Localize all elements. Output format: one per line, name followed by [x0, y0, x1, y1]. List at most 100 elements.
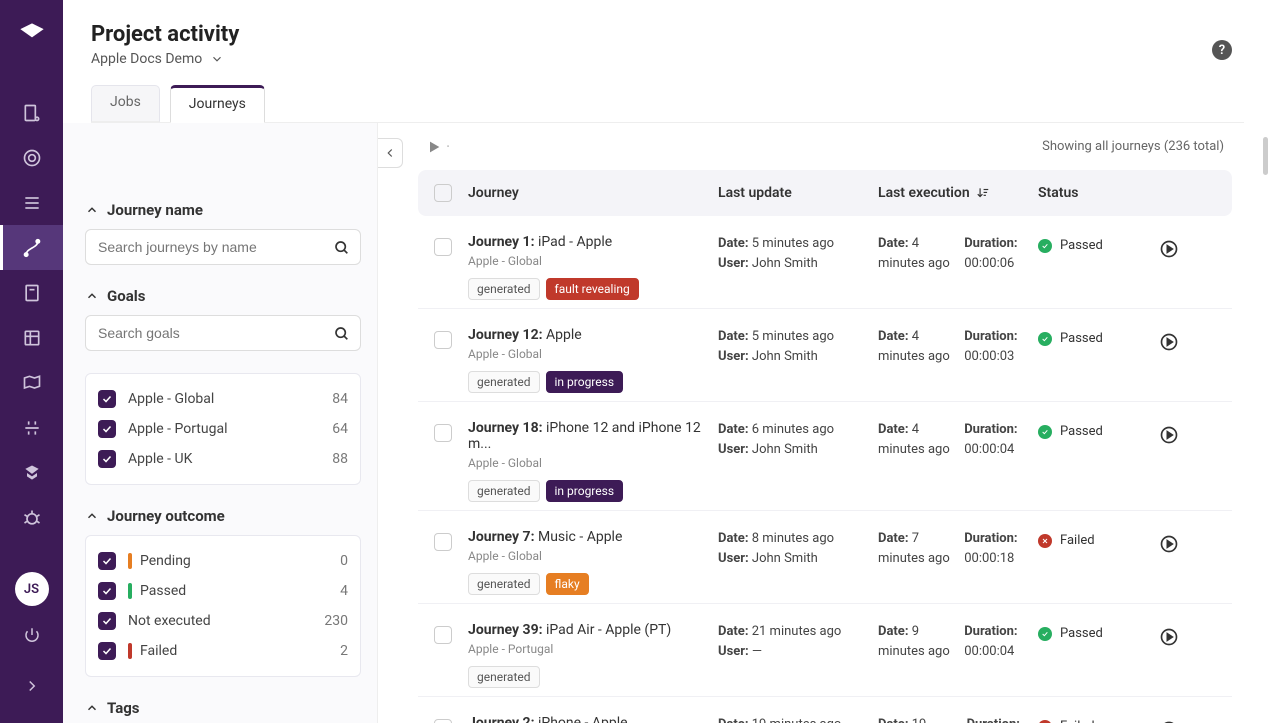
table-area: · Showing all journeys (236 total) Journ… [378, 123, 1272, 723]
rerun-button[interactable] [1158, 626, 1180, 648]
checkbox[interactable] [98, 420, 116, 438]
tab-journeys[interactable]: Journeys [170, 85, 265, 123]
nav-rail: JS [0, 0, 63, 723]
table-row[interactable]: Journey 1: iPad - AppleApple - Globalgen… [418, 216, 1232, 309]
table-row[interactable]: Journey 2: iPhone - AppleApple - Globalg… [418, 697, 1232, 723]
chevron-up-icon [85, 701, 99, 715]
goal-filter-row: Apple - UK88 [98, 444, 348, 474]
nav-item-3[interactable] [0, 180, 63, 225]
search-journey-input[interactable] [85, 229, 361, 265]
section-tags[interactable]: Tags [85, 699, 361, 717]
search-icon[interactable] [327, 233, 357, 263]
journey-title: Journey 7: Music - Apple [468, 529, 718, 545]
nav-item-6[interactable] [0, 315, 63, 360]
journey-subtitle: Apple - Global [468, 456, 718, 470]
checkbox[interactable] [98, 450, 116, 468]
last-update-cell: Date: 5 minutes agoUser: John Smith [718, 327, 878, 366]
chevron-left-icon [383, 146, 397, 160]
search-icon[interactable] [327, 319, 357, 349]
goal-count: 64 [332, 421, 348, 437]
row-checkbox[interactable] [434, 719, 452, 723]
outcome-filter-row: Passed 4 [98, 576, 348, 606]
last-execution-cell: Date: 4 minutes agoDuration: 00:00:06 [878, 234, 1038, 273]
goal-filter-row: Apple - Portugal 64 [98, 414, 348, 444]
nav-item-7[interactable] [0, 360, 63, 405]
logo [17, 20, 47, 50]
row-checkbox[interactable] [434, 424, 452, 442]
expand-rail-icon[interactable] [0, 663, 63, 708]
nav-item-2[interactable] [0, 135, 63, 180]
sort-desc-icon [976, 186, 990, 200]
avatar[interactable]: JS [15, 572, 49, 606]
rerun-button[interactable] [1158, 424, 1180, 446]
scrollbar-thumb[interactable] [1263, 137, 1268, 175]
journey-title: Journey 18: iPhone 12 and iPhone 12 m... [468, 420, 718, 452]
nav-item-bug[interactable] [0, 495, 63, 540]
nav-item-5[interactable] [0, 270, 63, 315]
nav-item-1[interactable] [0, 90, 63, 135]
nav-item-9[interactable] [0, 450, 63, 495]
section-label: Journey outcome [107, 507, 225, 525]
rerun-button[interactable] [1158, 331, 1180, 353]
project-selector[interactable]: Apple Docs Demo [91, 51, 1244, 67]
power-icon[interactable] [0, 612, 63, 657]
rerun-button[interactable] [1158, 238, 1180, 260]
play-icon [426, 139, 442, 155]
nav-item-8[interactable] [0, 405, 63, 450]
col-journey[interactable]: Journey [468, 185, 718, 201]
run-button[interactable]: · [426, 137, 450, 156]
table-row[interactable]: Journey 12: AppleApple - Globalgenerated… [418, 309, 1232, 402]
section-goals[interactable]: Goals [85, 287, 361, 305]
chevron-up-icon [85, 203, 99, 217]
section-label: Goals [107, 287, 145, 305]
journey-tags: generated [468, 666, 718, 688]
row-checkbox[interactable] [434, 533, 452, 551]
status-cell: Passed [1038, 622, 1158, 641]
outcome-count: 4 [340, 583, 348, 599]
row-checkbox[interactable] [434, 626, 452, 644]
rerun-button[interactable] [1158, 533, 1180, 555]
journey-tags: generatedin progress [468, 371, 718, 393]
nav-item-journeys[interactable] [0, 225, 63, 270]
chevron-down-icon [210, 52, 224, 66]
tab-jobs[interactable]: Jobs [91, 85, 160, 122]
section-journey-name[interactable]: Journey name [85, 201, 361, 219]
row-checkbox[interactable] [434, 331, 452, 349]
section-outcome[interactable]: Journey outcome [85, 507, 361, 525]
outcome-label: Pending [140, 553, 191, 569]
checkbox[interactable] [98, 612, 116, 630]
status-failed-icon [1038, 534, 1052, 548]
checkbox[interactable] [98, 552, 116, 570]
checkbox[interactable] [98, 642, 116, 660]
status-cell: Passed [1038, 420, 1158, 439]
section-label: Tags [107, 699, 140, 717]
row-checkbox[interactable] [434, 238, 452, 256]
journey-tags: generatedflaky [468, 573, 718, 595]
journey-title: Journey 39: iPad Air - Apple (PT) [468, 622, 718, 638]
checkbox[interactable] [98, 390, 116, 408]
search-goals-input[interactable] [85, 315, 361, 351]
table-row[interactable]: Journey 18: iPhone 12 and iPhone 12 m...… [418, 402, 1232, 511]
help-icon[interactable]: ? [1212, 40, 1232, 60]
last-update-cell: Date: 6 minutes agoUser: John Smith [718, 420, 878, 459]
collapse-sidebar-button[interactable] [378, 138, 403, 168]
table-row[interactable]: Journey 39: iPad Air - Apple (PT)Apple -… [418, 604, 1232, 697]
col-last-execution[interactable]: Last execution [878, 185, 1038, 201]
status-color-bar [128, 553, 132, 569]
col-status[interactable]: Status [1038, 185, 1158, 201]
tag: in progress [546, 371, 624, 393]
goal-label: Apple - Portugal [128, 421, 228, 437]
status-cell: Failed [1038, 529, 1158, 548]
section-label: Journey name [107, 201, 203, 219]
status-pையed-icon [1038, 332, 1052, 346]
last-execution-cell: Date: 19 minutes agoDuration: 00:00:16 [878, 715, 1038, 723]
select-all-checkbox[interactable] [434, 184, 452, 202]
col-last-update[interactable]: Last update [718, 185, 878, 201]
last-update-cell: Date: 19 minutes agoUser: John Smith [718, 715, 878, 723]
tag: generated [468, 278, 540, 300]
rerun-button[interactable] [1158, 719, 1180, 723]
outcome-count: 2 [340, 643, 348, 659]
table-row[interactable]: Journey 7: Music - AppleApple - Globalge… [418, 511, 1232, 604]
outcome-label: Passed [140, 583, 186, 599]
checkbox[interactable] [98, 582, 116, 600]
